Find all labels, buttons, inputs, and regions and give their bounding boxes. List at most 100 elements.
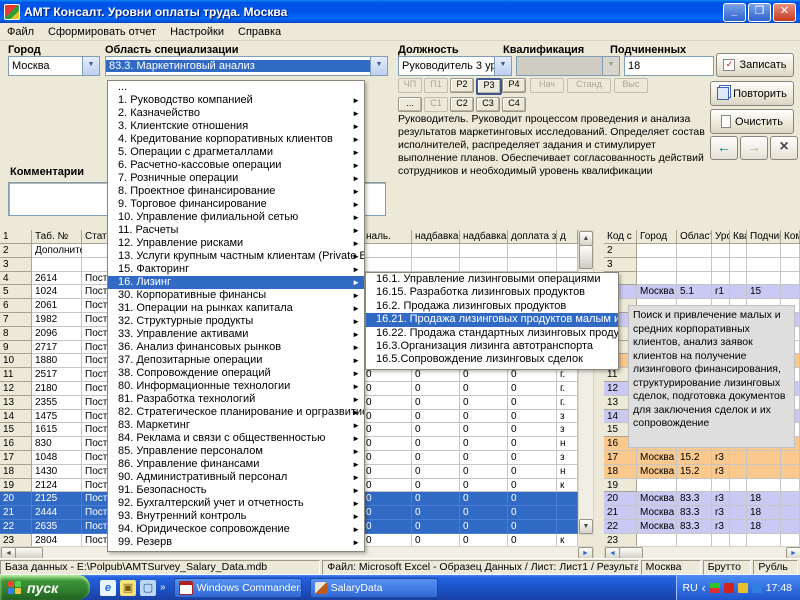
menu-item[interactable]: 10. Управление филиальной сетью► xyxy=(108,211,364,224)
cell-level[interactable]: r3 xyxy=(712,506,730,520)
cell-qualification[interactable] xyxy=(730,285,747,299)
column-header[interactable]: Ква xyxy=(730,230,747,244)
quick-launch-more-icon[interactable]: » xyxy=(160,582,166,593)
cell-area-code[interactable]: 15.2 xyxy=(677,451,712,465)
cell-value[interactable]: 0 xyxy=(508,465,557,479)
cell-value[interactable]: 0 xyxy=(508,479,557,493)
city-select[interactable]: Москва ▼ xyxy=(8,56,100,76)
cell-tab-number[interactable]: Дополнитель xyxy=(32,244,82,258)
cell-subordinates[interactable]: 18 xyxy=(747,506,781,520)
delete-button[interactable]: × xyxy=(770,136,798,160)
cell-value[interactable] xyxy=(412,244,460,258)
cell-flag[interactable]: з xyxy=(557,451,578,465)
cell-tab-number[interactable]: 1430 xyxy=(32,465,82,479)
cell-value[interactable]: 0 xyxy=(412,396,460,410)
cell-flag[interactable]: г. xyxy=(557,368,578,382)
cell-comment[interactable] xyxy=(781,492,800,506)
cell-value[interactable]: 0 xyxy=(412,506,460,520)
cell-value[interactable]: 0 xyxy=(508,396,557,410)
level-button-...[interactable]: ... xyxy=(398,97,422,112)
level-button-С2[interactable]: С2 xyxy=(450,97,474,112)
cell-value[interactable]: 0 xyxy=(363,382,412,396)
cell-value[interactable]: 0 xyxy=(460,368,508,382)
cell-value[interactable]: 0 xyxy=(460,506,508,520)
cell-subordinates[interactable]: 18 xyxy=(747,492,781,506)
antivirus-icon[interactable] xyxy=(724,583,734,593)
menu-item[interactable]: 9. Торговое финансирование► xyxy=(108,198,364,211)
cell-value[interactable]: 0 xyxy=(412,479,460,493)
cell-tab-number[interactable]: 2517 xyxy=(32,368,82,382)
cell-value[interactable]: 0 xyxy=(363,465,412,479)
cell-value[interactable]: 0 xyxy=(508,492,557,506)
cell-value[interactable] xyxy=(363,244,412,258)
menu-item[interactable]: 32. Структурные продукты► xyxy=(108,315,364,328)
cell-area-code[interactable] xyxy=(677,272,712,286)
minimize-button[interactable]: _ xyxy=(723,3,746,22)
menu-item[interactable]: 99. Резерв► xyxy=(108,536,364,549)
cell-flag[interactable]: н xyxy=(557,437,578,451)
cell-value[interactable]: 0 xyxy=(412,368,460,382)
cell-value[interactable]: 0 xyxy=(412,492,460,506)
menu-item[interactable]: 85. Управление персоналом► xyxy=(108,445,364,458)
cell-level[interactable] xyxy=(712,479,730,493)
cell-area-code[interactable] xyxy=(677,244,712,258)
cell-subordinates[interactable] xyxy=(747,258,781,272)
cell-city[interactable] xyxy=(637,258,677,272)
menu-item[interactable]: 2. Казначейство► xyxy=(108,107,364,120)
menu-item[interactable]: 7. Розничные операции► xyxy=(108,172,364,185)
cell-level[interactable] xyxy=(712,258,730,272)
row-number[interactable]: 13 xyxy=(0,396,32,410)
column-header[interactable]: 1 xyxy=(0,230,32,244)
cell-tab-number[interactable]: 2635 xyxy=(32,520,82,534)
cell-tab-number[interactable]: 2717 xyxy=(32,341,82,355)
row-number[interactable]: 17 xyxy=(604,451,637,465)
row-number[interactable]: 17 xyxy=(0,451,32,465)
chevron-down-icon[interactable]: ▼ xyxy=(494,57,511,75)
cell-flag[interactable] xyxy=(557,244,578,258)
cell-tab-number[interactable]: 830 xyxy=(32,437,82,451)
maximize-button[interactable]: ❐ xyxy=(748,3,771,22)
cell-tab-number[interactable]: 2061 xyxy=(32,299,82,313)
cell-tab-number[interactable]: 1982 xyxy=(32,313,82,327)
cell-area-code[interactable]: 83.3 xyxy=(677,506,712,520)
cell-value[interactable]: 0 xyxy=(460,423,508,437)
menu-item[interactable]: 81. Разработка технологий► xyxy=(108,393,364,406)
column-header[interactable]: Область xyxy=(677,230,712,244)
menu-item[interactable]: 86. Управление финансами► xyxy=(108,458,364,471)
menu-item[interactable]: 3. Клиентские отношения► xyxy=(108,120,364,133)
cell-level[interactable]: r3 xyxy=(712,451,730,465)
menu-item[interactable]: 6. Расчетно-кассовые операции► xyxy=(108,159,364,172)
tray-collapse-icon[interactable]: ‹ xyxy=(702,581,706,595)
row-number[interactable]: 18 xyxy=(0,465,32,479)
row-number[interactable]: 16 xyxy=(0,437,32,451)
cell-value[interactable]: 0 xyxy=(412,382,460,396)
row-number[interactable]: 5 xyxy=(0,285,32,299)
cell-value[interactable]: 0 xyxy=(460,437,508,451)
cell-area-code[interactable]: 15.2 xyxy=(677,465,712,479)
cell-tab-number[interactable]: 2125 xyxy=(32,492,82,506)
cell-qualification[interactable] xyxy=(730,272,747,286)
row-number[interactable]: 6 xyxy=(0,299,32,313)
cell-comment[interactable] xyxy=(781,244,800,258)
repeat-button[interactable]: Повторить xyxy=(710,81,794,106)
cell-comment[interactable] xyxy=(781,258,800,272)
level-button-С4[interactable]: С4 xyxy=(502,97,526,112)
position-select[interactable]: Руководитель 3 уровня ▼ xyxy=(398,56,512,76)
cell-area-code[interactable]: 5.1 xyxy=(677,285,712,299)
cell-flag[interactable] xyxy=(557,506,578,520)
cell-value[interactable]: 0 xyxy=(460,396,508,410)
cell-city[interactable]: Москва xyxy=(637,451,677,465)
chevron-down-icon[interactable]: ▼ xyxy=(370,57,387,75)
cell-level[interactable] xyxy=(712,244,730,258)
cell-tab-number[interactable]: 1475 xyxy=(32,410,82,424)
cell-city[interactable]: Москва xyxy=(637,285,677,299)
menu-item[interactable]: 80. Информационные технологии► xyxy=(108,380,364,393)
cell-flag[interactable]: з xyxy=(557,410,578,424)
task-button-salarydata[interactable]: SalaryData xyxy=(310,578,438,598)
menu-item[interactable]: 36. Анализ финансовых рынков► xyxy=(108,341,364,354)
cell-value[interactable] xyxy=(508,244,557,258)
cell-value[interactable]: 0 xyxy=(363,520,412,534)
column-header[interactable]: надбавка .. xyxy=(460,230,508,244)
menu-item[interactable]: 16. Лизинг► xyxy=(108,276,364,289)
cell-comment[interactable] xyxy=(781,465,800,479)
